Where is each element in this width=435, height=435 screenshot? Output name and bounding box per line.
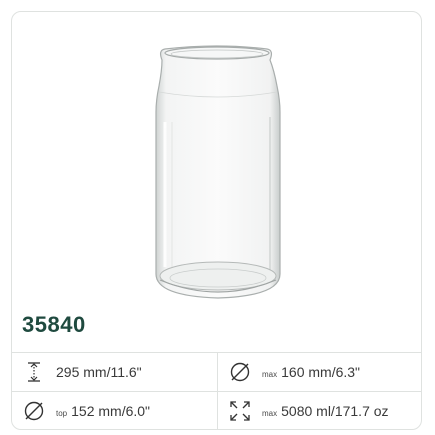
top-diameter-value: 152 mm/6.0": [71, 403, 151, 419]
spec-max-diameter: max 160 mm/6.3": [228, 353, 360, 391]
height-value: 295 mm/11.6": [56, 364, 142, 380]
spec-capacity: max 5080 ml/171.7 oz: [228, 392, 389, 429]
max-diameter-prefix: max: [262, 369, 278, 379]
column-divider: [217, 353, 218, 429]
top-diameter-prefix: top: [56, 408, 68, 418]
diameter-icon: [22, 399, 46, 423]
capacity-prefix: max: [262, 408, 278, 418]
spec-height: 295 mm/11.6": [22, 353, 142, 391]
expand-icon: [228, 399, 252, 423]
height-icon: [22, 360, 46, 384]
spec-top-diameter: top 152 mm/6.0": [22, 392, 151, 429]
product-image: [12, 12, 421, 304]
product-card: 35840 295 mm/11.6" max 160 mm/6.3" top 1…: [11, 11, 422, 430]
diameter-icon: [228, 360, 252, 384]
product-code: 35840: [22, 312, 86, 337]
capacity-value: 5080 ml/171.7 oz: [281, 403, 389, 419]
spec-table: 295 mm/11.6" max 160 mm/6.3" top 152 mm/…: [12, 352, 421, 429]
max-diameter-value: 160 mm/6.3": [281, 364, 361, 380]
glass-vase-illustration: [155, 45, 281, 299]
